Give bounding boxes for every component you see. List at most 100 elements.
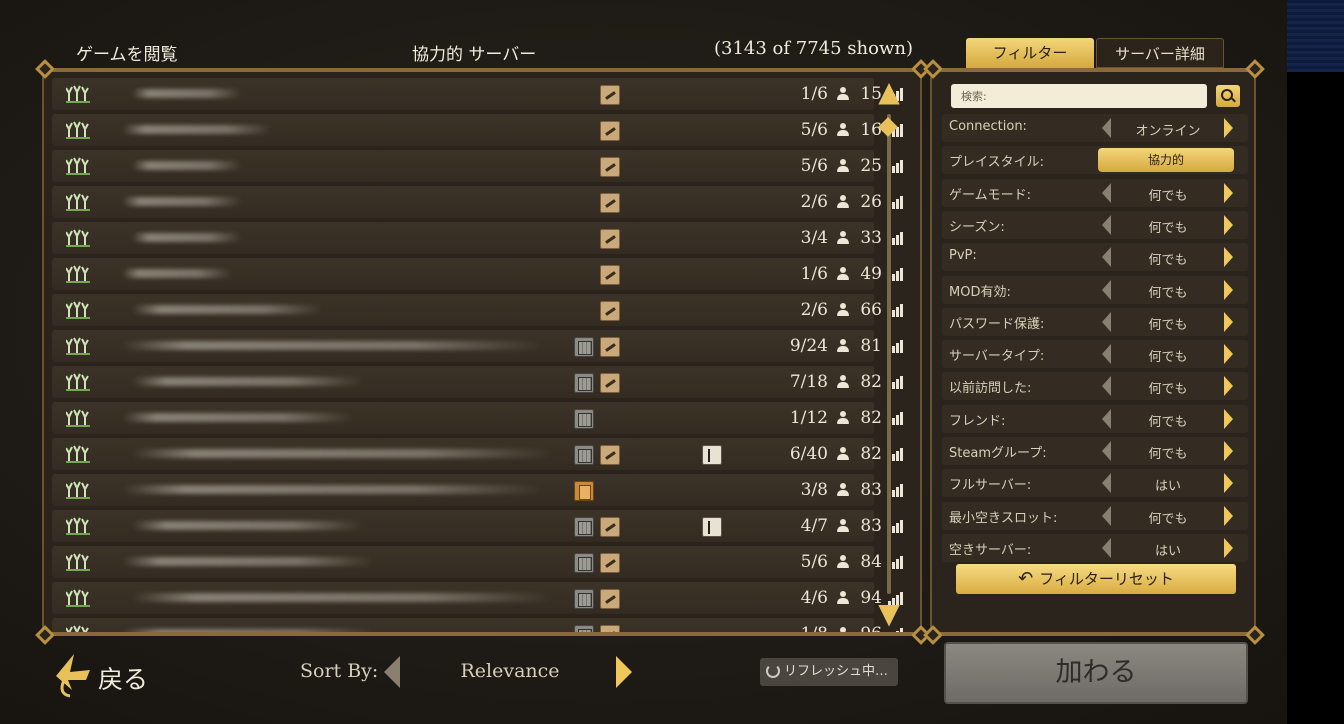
- filter-prev-arrow-icon[interactable]: [1102, 182, 1112, 203]
- filter-value: 何でも: [1148, 285, 1188, 301]
- player-count: 5/6: [800, 552, 828, 572]
- server-row[interactable]: 5/6 16: [52, 114, 903, 146]
- server-list: 1/6 15 5/6 16 5/6 25 2/6 26 3/4 33 1/6 49 2/6 66 9/24 8…: [42, 68, 922, 636]
- tab-filter[interactable]: フィルター: [966, 38, 1094, 68]
- filter-next-arrow-icon[interactable]: [1224, 247, 1234, 268]
- sort-prev-arrow-icon[interactable]: [384, 656, 400, 688]
- join-button[interactable]: 加わる: [944, 642, 1248, 704]
- filter-next-arrow-icon[interactable]: [1224, 118, 1234, 138]
- filter-value[interactable]: 協力的: [1098, 148, 1234, 173]
- filter-next-arrow-icon[interactable]: [1224, 279, 1234, 300]
- plant-icon: [66, 265, 90, 283]
- filter-prev-arrow-icon[interactable]: [1102, 408, 1112, 429]
- filter-next-arrow-icon[interactable]: [1224, 214, 1234, 235]
- filter-row: 最小空きスロット: 何でも: [942, 501, 1248, 530]
- scroll-thumb[interactable]: [878, 117, 898, 137]
- filter-prev-arrow-icon[interactable]: [1102, 214, 1112, 235]
- player-count: 1/8: [800, 624, 828, 636]
- server-name-redacted: [132, 521, 363, 530]
- filter-prev-arrow-icon[interactable]: [1102, 505, 1112, 526]
- browse-games-label: ゲームを閲覧: [76, 45, 178, 65]
- server-row[interactable]: 2/6 26: [52, 186, 903, 218]
- filter-label: サーバータイプ:: [949, 349, 1045, 365]
- filter-next-arrow-icon[interactable]: [1224, 537, 1234, 558]
- filter-next-arrow-icon[interactable]: [1224, 408, 1234, 429]
- scroll-track[interactable]: [887, 114, 891, 594]
- server-list-header: ゲームを閲覧 協力的 サーバー (3143 of 7745 shown): [40, 30, 925, 68]
- refresh-button[interactable]: リフレッシュ中…: [760, 658, 898, 686]
- plant-icon: [66, 121, 90, 139]
- background-strip: [1287, 0, 1344, 724]
- filter-label: 最小空きスロット:: [949, 510, 1058, 526]
- plant-icon: [66, 157, 90, 175]
- reset-filters-button[interactable]: ↶ フィルターリセット: [956, 564, 1236, 594]
- crate-icon: [574, 409, 594, 429]
- server-row[interactable]: 1/6 49: [52, 258, 903, 290]
- filter-label: フルサーバー:: [949, 478, 1032, 494]
- server-name-redacted: [122, 557, 374, 566]
- back-button[interactable]: 戻る: [50, 648, 170, 704]
- server-row[interactable]: 5/6 84: [52, 546, 903, 578]
- server-row[interactable]: 6/40 82: [52, 438, 903, 470]
- filter-prev-arrow-icon[interactable]: [1102, 247, 1112, 268]
- filter-next-arrow-icon[interactable]: [1224, 344, 1234, 365]
- filter-row: MOD有効: 何でも: [942, 275, 1248, 304]
- server-row[interactable]: 2/6 66: [52, 294, 903, 326]
- server-row[interactable]: 7/18 82: [52, 366, 903, 398]
- server-row[interactable]: 1/6 15: [52, 78, 903, 110]
- filter-tabs: フィルター サーバー詳細: [964, 38, 1229, 68]
- filter-prev-arrow-icon[interactable]: [1102, 118, 1112, 138]
- filter-next-arrow-icon[interactable]: [1224, 182, 1234, 203]
- filter-next-arrow-icon[interactable]: [1224, 473, 1234, 494]
- filter-next-arrow-icon[interactable]: [1224, 376, 1234, 397]
- server-row[interactable]: 5/6 25: [52, 150, 903, 182]
- filter-next-arrow-icon[interactable]: [1224, 311, 1234, 332]
- filter-row: サーバータイプ: 何でも: [942, 340, 1248, 369]
- filter-value: 何でも: [1148, 382, 1188, 398]
- wrench-icon: [600, 121, 620, 141]
- filter-prev-arrow-icon[interactable]: [1102, 311, 1112, 332]
- scroll-up-arrow-icon[interactable]: ▲: [876, 78, 902, 106]
- list-scrollbar[interactable]: ▲ ▼: [866, 78, 910, 630]
- filter-prev-arrow-icon[interactable]: [1102, 473, 1112, 494]
- filter-prev-arrow-icon[interactable]: [1102, 344, 1112, 365]
- wrench-icon: [600, 265, 620, 285]
- crate-icon: [574, 625, 594, 632]
- filter-prev-arrow-icon[interactable]: [1102, 376, 1112, 397]
- filter-prev-arrow-icon[interactable]: [1102, 537, 1112, 558]
- server-name-redacted: [122, 125, 272, 134]
- sort-next-arrow-icon[interactable]: [616, 656, 632, 688]
- server-name-redacted: [122, 341, 542, 350]
- server-name-redacted: [132, 449, 552, 458]
- server-row[interactable]: 3/8 83: [52, 474, 903, 506]
- filter-next-arrow-icon[interactable]: [1224, 505, 1234, 526]
- server-row[interactable]: 3/4 33: [52, 222, 903, 254]
- server-name-redacted: [132, 161, 242, 170]
- server-row[interactable]: 1/12 82: [52, 402, 903, 434]
- player-count: 2/6: [800, 300, 828, 320]
- wrench-icon: [600, 589, 620, 609]
- search-input[interactable]: [951, 84, 1207, 108]
- flag-icon: [702, 517, 722, 537]
- filter-row: プレイスタイル: 協力的: [942, 146, 1248, 175]
- filter-next-arrow-icon[interactable]: [1224, 441, 1234, 461]
- filter-label: フレンド:: [949, 413, 1006, 429]
- server-row[interactable]: 1/8 96: [52, 618, 903, 636]
- player-count: 1/6: [800, 84, 828, 104]
- page-title: 協力的 サーバー: [412, 45, 537, 65]
- filter-label: MOD有効:: [949, 284, 1011, 300]
- server-row[interactable]: 4/7 83: [52, 510, 903, 542]
- filter-prev-arrow-icon[interactable]: [1102, 279, 1112, 300]
- player-count: 1/12: [789, 408, 828, 428]
- wrench-icon: [600, 193, 620, 213]
- filter-row: フレンド: 何でも: [942, 404, 1248, 433]
- wrench-icon: [600, 85, 620, 105]
- filter-prev-arrow-icon[interactable]: [1102, 441, 1112, 461]
- scroll-down-arrow-icon[interactable]: ▼: [876, 600, 902, 628]
- filter-value: 何でも: [1148, 188, 1188, 204]
- server-row[interactable]: 4/6 94: [52, 582, 903, 614]
- server-row[interactable]: 9/24 81: [52, 330, 903, 362]
- search-icon[interactable]: [1216, 85, 1240, 107]
- filter-value: はい: [1154, 543, 1181, 559]
- tab-server-details[interactable]: サーバー詳細: [1096, 38, 1224, 68]
